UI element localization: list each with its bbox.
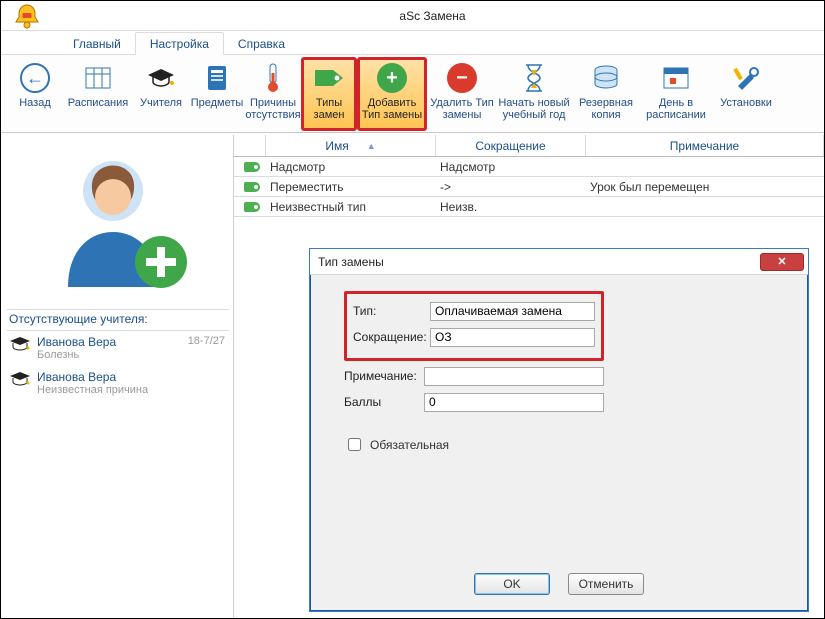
absence-reason: Неизвестная причина xyxy=(37,384,219,397)
tag-icon xyxy=(313,61,345,95)
minus-icon: − xyxy=(447,63,477,93)
abbr-input[interactable] xyxy=(430,328,595,347)
tag-icon xyxy=(244,202,260,212)
grid-header-icon-col[interactable] xyxy=(234,135,266,156)
absent-teacher-item[interactable]: Иванова Вера Болезнь 18-7/27 xyxy=(7,331,229,366)
grid-row[interactable]: Неизвестный тип Неизв. xyxy=(234,197,824,217)
graduation-cap-icon xyxy=(9,370,31,388)
type-input[interactable] xyxy=(430,302,595,321)
ribbon: ← Назад Расписания Учителя Предметы xyxy=(1,55,824,133)
teacher-name: Иванова Вера xyxy=(37,335,182,349)
dialog-titlebar: Тип замены ✕ xyxy=(310,249,808,275)
book-icon xyxy=(205,61,229,95)
note-label: Примечание: xyxy=(344,369,424,383)
database-icon xyxy=(592,61,620,95)
mandatory-label: Обязательная xyxy=(370,438,449,452)
tag-icon xyxy=(244,162,260,172)
calendar-day-icon xyxy=(662,61,690,95)
thermometer-icon xyxy=(266,61,280,95)
absent-teacher-item[interactable]: Иванова Вера Неизвестная причина xyxy=(7,366,229,401)
tag-icon xyxy=(244,182,260,192)
app-logo-bell-icon xyxy=(7,3,47,29)
settings-button[interactable]: Установки xyxy=(711,57,781,131)
app-title: aSc Замена xyxy=(47,9,818,23)
day-in-schedule-button[interactable]: День в расписании xyxy=(641,57,711,131)
absence-reason: Болезнь xyxy=(37,349,182,362)
grid-header-name[interactable]: Имя ▲ xyxy=(266,135,436,156)
calendar-icon xyxy=(84,61,112,95)
mandatory-checkbox[interactable] xyxy=(348,438,361,451)
close-button[interactable]: ✕ xyxy=(760,253,804,271)
ribbon-tabs: Главный Настройка Справка xyxy=(1,31,824,55)
dialog-body: Тип: Сокращение: Примечание: Баллы Обяза… xyxy=(310,275,808,454)
dialog-buttons: OK Отменить xyxy=(310,573,808,595)
tools-icon xyxy=(732,61,760,95)
points-input[interactable] xyxy=(424,393,604,412)
subjects-button[interactable]: Предметы xyxy=(189,57,245,131)
sort-asc-icon: ▲ xyxy=(367,141,376,151)
teacher-name: Иванова Вера xyxy=(37,370,219,384)
add-teacher-avatar-icon[interactable] xyxy=(7,141,229,309)
back-button[interactable]: ← Назад xyxy=(7,57,63,131)
abbr-label: Сокращение: xyxy=(353,330,430,344)
type-label: Тип: xyxy=(353,304,430,318)
grid-header-abbr[interactable]: Сокращение xyxy=(436,135,586,156)
graduation-cap-icon xyxy=(9,335,31,353)
grid-row[interactable]: Надсмотр Надсмотр xyxy=(234,157,824,177)
absence-reasons-button[interactable]: Причины отсутствия xyxy=(245,57,301,131)
ok-button[interactable]: OK xyxy=(474,573,550,595)
app-window: aSc Замена Главный Настройка Справка ← Н… xyxy=(0,0,825,619)
grid-header: Имя ▲ Сокращение Примечание xyxy=(234,135,824,157)
back-arrow-icon: ← xyxy=(20,63,50,93)
graduation-cap-icon xyxy=(146,61,176,95)
grid-header-note[interactable]: Примечание xyxy=(586,135,824,156)
tab-settings[interactable]: Настройка xyxy=(135,32,224,55)
grid-row[interactable]: Переместить -> Урок был перемещен xyxy=(234,177,824,197)
sidebar: Отсутствующие учителя: Иванова Вера Боле… xyxy=(1,135,234,618)
new-school-year-button[interactable]: Начать новый учебный год xyxy=(497,57,571,131)
close-icon: ✕ xyxy=(777,255,786,268)
absent-teachers-heading: Отсутствующие учителя: xyxy=(7,309,229,331)
note-input[interactable] xyxy=(424,367,604,386)
absence-meta: 18-7/27 xyxy=(188,335,227,347)
dialog-title: Тип замены xyxy=(318,255,384,269)
schedules-button[interactable]: Расписания xyxy=(63,57,133,131)
points-label: Баллы xyxy=(344,395,424,409)
substitution-type-dialog: Тип замены ✕ Тип: Сокращение: Примечание… xyxy=(309,248,809,612)
plus-icon: + xyxy=(377,63,407,93)
tab-help[interactable]: Справка xyxy=(224,33,299,54)
teachers-button[interactable]: Учителя xyxy=(133,57,189,131)
hourglass-icon xyxy=(523,61,545,95)
backup-button[interactable]: Резервная копия xyxy=(571,57,641,131)
delete-substitution-type-button[interactable]: − Удалить Тип замены xyxy=(427,57,497,131)
highlighted-fields: Тип: Сокращение: xyxy=(344,291,604,361)
substitution-types-button[interactable]: Типы замен xyxy=(301,57,357,131)
add-substitution-type-button[interactable]: + Добавить Тип замены xyxy=(357,57,427,131)
titlebar: aSc Замена xyxy=(1,1,824,31)
cancel-button[interactable]: Отменить xyxy=(568,573,644,595)
tab-main[interactable]: Главный xyxy=(59,33,135,54)
